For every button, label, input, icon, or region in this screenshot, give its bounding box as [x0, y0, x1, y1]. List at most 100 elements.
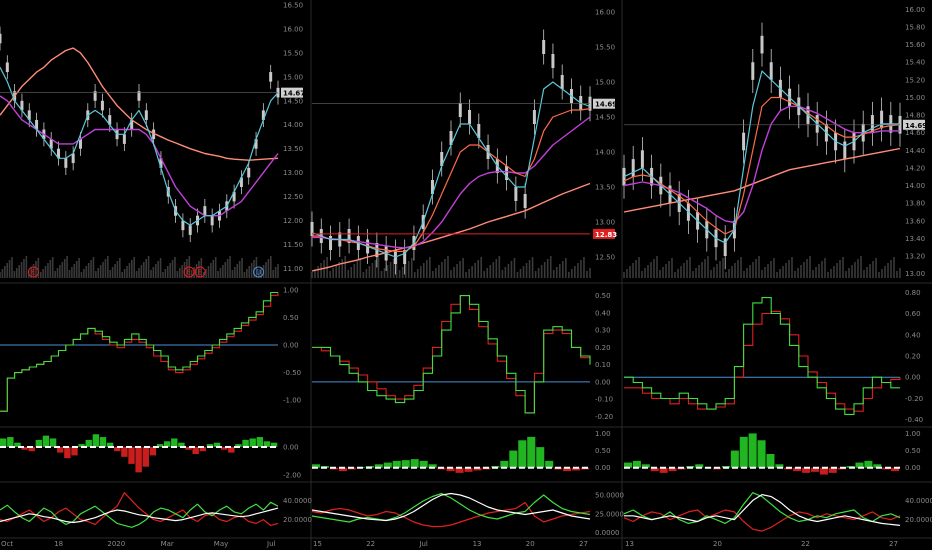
middle-volume-bar — [456, 264, 458, 278]
right-volume-bar — [749, 265, 751, 278]
left-event-marker-label: E — [31, 269, 35, 277]
left-histogram-bar — [142, 446, 149, 467]
left-histogram-bar — [0, 438, 7, 447]
left-histogram-bar — [135, 446, 142, 473]
middle-dmi-y-tick-1: 25.0000 — [595, 510, 624, 518]
right-dmi-y-tick-0: 40.0000 — [905, 497, 932, 505]
left-volume-bar — [13, 271, 16, 278]
right-volume-bar — [764, 267, 766, 278]
middle-volume-bar — [386, 265, 389, 278]
right-volume-bar — [857, 259, 859, 278]
left-volume-bar — [0, 272, 1, 278]
left-volume-bar — [277, 264, 279, 278]
right-volume-bar — [704, 259, 706, 278]
left-volume-bar — [68, 270, 71, 278]
left-histogram-y-tick-0: 0.00 — [283, 443, 299, 451]
right-ma-magenta-line — [623, 105, 900, 224]
middle-x-tick-5: 27 — [579, 540, 588, 548]
middle-volume-bar — [356, 261, 359, 278]
left-volume-bar — [248, 266, 251, 278]
left-candle-body — [210, 215, 214, 226]
middle-volume-bar — [471, 266, 473, 278]
right-volume-bar — [824, 258, 826, 278]
left-volume-bar — [157, 261, 159, 278]
middle-dmi-y-tick-0: 50.0000 — [595, 492, 624, 500]
right-ma-salmon-line — [623, 147, 901, 213]
right-volume-bar — [890, 260, 892, 278]
middle-oscillator-y-tick-0: 0.50 — [595, 292, 611, 300]
right-volume-bar — [752, 262, 754, 278]
right-histogram-bar — [730, 450, 739, 468]
left-volume-bar — [226, 259, 229, 278]
left-histogram-bar — [99, 437, 107, 447]
right-histogram-bar — [632, 460, 641, 468]
right-price-y-tick-13: 13.40 — [905, 235, 925, 243]
left-oscillator-green-line — [0, 291, 278, 412]
middle-volume-bar — [501, 270, 504, 278]
middle-volume-bar — [453, 267, 455, 278]
left-volume-bar — [212, 260, 215, 278]
right-price-y-tick-14: 13.20 — [905, 252, 925, 260]
right-volume-bar — [707, 256, 709, 278]
left-volume-bar — [145, 259, 147, 278]
left-histogram-bar — [42, 435, 50, 447]
right-volume-bar — [758, 256, 760, 278]
right-volume-bar — [842, 257, 844, 278]
middle-volume-bar — [398, 270, 401, 278]
middle-volume-bar — [444, 259, 446, 278]
middle-volume-bar — [374, 260, 377, 278]
middle-volume-bar — [577, 263, 579, 278]
middle-histogram-bar — [536, 447, 545, 468]
right-volume-bar — [782, 266, 784, 278]
left-x-tick-0: Oct — [1, 540, 13, 548]
left-volume-bar — [128, 263, 131, 278]
left-volume-bar — [243, 272, 246, 278]
left-volume-bar — [236, 264, 239, 278]
middle-candle-body — [560, 75, 564, 89]
right-x-tick-2: 22 — [801, 540, 810, 548]
right-candle-body — [843, 141, 847, 160]
middle-histogram-y-tick-1: 0.50 — [595, 447, 611, 455]
left-histogram-bar — [242, 439, 249, 447]
right-price-y-tick-4: 15.20 — [905, 76, 925, 84]
left-volume-bar — [97, 268, 100, 278]
middle-candle-body — [458, 103, 462, 117]
left-oscillator-y-tick-0: 1.00 — [283, 286, 299, 294]
left-volume-bar — [150, 270, 152, 278]
right-volume-bar — [680, 266, 682, 278]
left-oscillator-y-tick-3: -0.50 — [283, 369, 301, 377]
middle-volume-bar — [483, 271, 486, 278]
left-volume-bar — [135, 271, 138, 278]
right-candle-body — [760, 35, 764, 54]
middle-volume-bar — [477, 260, 479, 278]
left-histogram-bar — [92, 434, 100, 447]
right-volume-bar — [710, 270, 712, 278]
right-volume-bar — [626, 269, 628, 278]
left-volume-bar — [51, 257, 54, 278]
right-price-y-tick-2: 15.60 — [905, 41, 925, 49]
middle-volume-bar — [401, 267, 404, 278]
left-dmi-y-tick-1: 20.0000 — [283, 516, 312, 524]
middle-price-y-tick-5: 13.50 — [595, 184, 615, 192]
left-volume-bar — [99, 265, 102, 278]
left-volume-bar — [109, 270, 112, 278]
middle-volume-bar — [347, 270, 350, 278]
middle-volume-bar — [519, 269, 522, 278]
right-volume-bar — [629, 266, 631, 278]
left-histogram-bar — [149, 446, 157, 456]
right-dmi-y-tick-1: 20.0000 — [905, 516, 932, 524]
left-volume-bar — [217, 271, 219, 278]
left-price-y-tick-3: 15.00 — [283, 73, 303, 81]
left-volume-bar — [166, 266, 169, 278]
left-volume-bar — [142, 262, 145, 278]
left-volume-bar — [92, 257, 95, 278]
middle-volume-bar — [459, 261, 461, 278]
left-volume-bar — [207, 266, 210, 278]
left-volume-bar — [140, 265, 143, 278]
right-oscillator-y-tick-0: 0.80 — [905, 289, 921, 297]
right-volume-bar — [836, 263, 838, 278]
right-x-tick-3: 27 — [889, 540, 898, 548]
right-price-y-tick-8: 14.40 — [905, 147, 925, 155]
left-volume-bar — [6, 263, 8, 278]
middle-volume-bar — [504, 267, 507, 278]
